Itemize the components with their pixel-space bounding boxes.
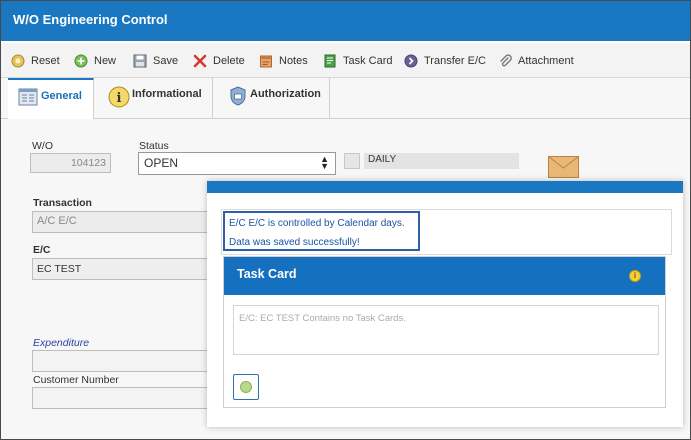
transfer-icon [404,54,418,68]
shield-icon [229,86,247,106]
svg-text:i: i [117,91,122,106]
daily-field: DAILY [364,153,519,169]
general-icon [18,88,38,106]
delete-label: Delete [213,55,245,67]
customer-number-field[interactable] [32,387,208,409]
reset-label: Reset [31,55,60,67]
title-bar: W/O Engineering Control [1,1,690,41]
daily-checkbox[interactable] [344,153,360,169]
notes-button[interactable]: Notes [259,52,308,70]
delete-button[interactable]: Delete [193,52,245,70]
wo-label: W/O [32,140,53,152]
ec-field[interactable]: EC TEST [32,258,208,280]
ec-label: E/C [33,244,51,256]
new-label: New [94,55,117,67]
transaction-field[interactable]: A/C E/C [32,211,208,233]
status-label: Status [139,140,169,152]
transaction-label: Transaction [33,197,92,209]
info-icon[interactable]: i [629,270,641,282]
task-card-header: Task Card i [224,257,665,295]
task-card-title: Task Card [237,267,297,281]
status-value: OPEN [144,156,179,170]
new-icon [74,54,88,68]
envelope-icon[interactable] [548,156,579,178]
tab-general-label: General [41,90,82,102]
reset-button[interactable]: Reset [11,52,60,70]
new-button[interactable]: New [74,52,116,70]
tab-bar: General i Informational Authorization [1,78,690,119]
window: W/O Engineering Control Reset New Save D… [0,0,691,440]
window-title: W/O Engineering Control [13,12,168,27]
task-card-button[interactable]: Task Card [323,52,393,70]
transfer-ec-button[interactable]: Transfer E/C [404,52,486,70]
task-card-panel: Task Card i E/C: EC TEST Contains no Tas… [223,256,666,408]
transfer-ec-label: Transfer E/C [424,55,486,67]
customer-number-label: Customer Number [33,374,119,386]
tab-informational[interactable]: i Informational [94,78,213,118]
expenditure-label: Expenditure [33,337,90,349]
attachment-label: Attachment [518,55,574,67]
message-saved: Data was saved successfully! [229,237,360,248]
select-arrows-icon: ▲ ▼ [320,154,329,171]
task-card-dialog: E/C E/C is controlled by Calendar days. … [207,181,683,427]
info-icon: i [108,86,130,108]
task-card-empty-message: E/C: EC TEST Contains no Task Cards. [233,305,659,355]
delete-icon [193,54,207,68]
save-button[interactable]: Save [133,52,178,70]
status-select[interactable]: OPEN ▲ ▼ [138,152,336,175]
tab-general[interactable]: General [8,78,94,119]
tab-informational-label: Informational [132,88,202,100]
add-icon [240,381,252,393]
task-card-label: Task Card [343,55,393,67]
task-card-icon [323,54,337,68]
save-label: Save [153,55,179,67]
add-task-card-button[interactable] [233,374,259,400]
tab-authorization[interactable]: Authorization [213,78,330,118]
message-calendar-days: E/C E/C is controlled by Calendar days. [229,218,405,229]
reset-icon [11,54,25,68]
tab-authorization-label: Authorization [250,88,321,100]
save-icon [133,54,147,68]
toolbar: Reset New Save Delete Notes Task Card Tr… [1,43,690,78]
notes-icon [259,54,273,68]
dialog-header-bar [207,181,683,193]
expenditure-field[interactable] [32,350,208,372]
attachment-icon [498,54,512,68]
notes-label: Notes [279,55,308,67]
attachment-button[interactable]: Attachment [498,52,574,70]
wo-field[interactable]: 104123 [30,153,111,173]
